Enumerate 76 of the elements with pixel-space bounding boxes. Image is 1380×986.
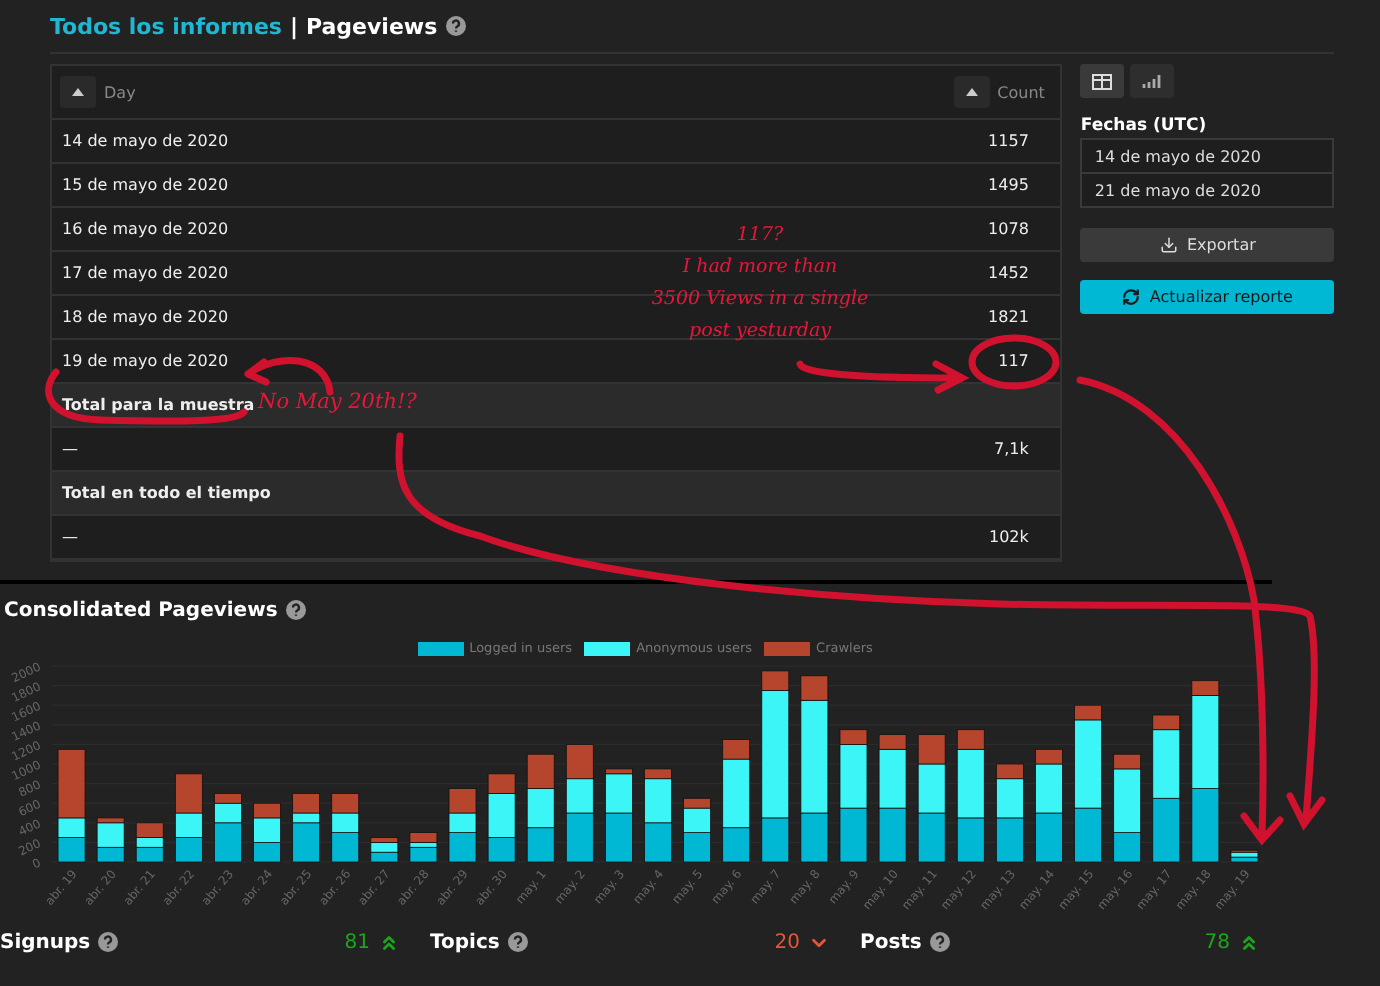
table-cell: 17 de mayo de 2020 [62,264,229,282]
chart-bar [565,812,594,863]
stat-value: 78 [1204,931,1230,953]
chart-bar [565,744,594,780]
table-cell: 15 de mayo de 2020 [62,176,229,194]
stat-value: 81 [344,931,370,953]
chart-bar [878,807,907,863]
chart-bar [839,807,868,863]
chart-bar [57,837,86,863]
table-cell: 19 de mayo de 2020 [62,352,229,370]
chart-bar [683,832,711,863]
annotation-circle [968,334,1060,390]
annotation-text: 3500 Views in a single [651,286,869,314]
help-icon[interactable] [445,16,466,36]
stat-label: Signups [0,931,91,953]
chart-bar [174,837,203,863]
column-header[interactable]: Day [60,76,136,108]
chart-bar [605,812,633,863]
refresh-report-button[interactable]: Actualizar reporte [1080,280,1334,314]
annotation-text: I had more than [682,254,838,282]
chart-bar [917,812,946,863]
table-icon [1092,73,1113,89]
table-cell: 18 de mayo de 2020 [62,308,229,326]
date-field[interactable]: 21 de mayo de 2020 [1080,172,1334,208]
table-section-heading: Total en todo el tiempo [62,484,271,502]
table-cell: 1452 [988,264,1029,282]
table-cell: — [62,528,78,546]
column-header[interactable]: Count [953,76,1045,108]
table-cell: 102k [989,528,1029,546]
breadcrumb-link[interactable]: Todos los informes [50,13,282,39]
table-cell: 7,1k [994,440,1029,458]
annotation-arrow [244,357,334,396]
chart-bar [526,788,555,829]
table-section-heading: Total para la muestra [62,396,255,414]
table-cell: 16 de mayo de 2020 [62,220,229,238]
help-icon[interactable] [929,932,950,952]
date-field[interactable]: 14 de mayo de 2020 [1080,138,1334,174]
bar-chart-icon [1142,74,1163,88]
export-button[interactable]: Exportar [1080,228,1334,262]
annotation-text: No May 20th!? [258,390,417,414]
stat-label: Topics [430,931,500,953]
chart-bar [1191,788,1220,863]
chart-bar [448,788,477,814]
stat-value: 20 [774,931,800,953]
help-icon[interactable] [507,932,528,952]
chart-bar [1035,812,1063,863]
view-toggle-button[interactable] [1080,64,1125,98]
caret-up-icon [965,88,978,96]
chart-bar [526,827,555,863]
section-title: Consolidated Pageviews [4,599,278,621]
annotation-text: 117? [736,222,784,250]
chart-bar [565,778,594,814]
annotation-text: post yesturday [689,318,831,346]
chart-bar [1152,797,1181,863]
table-cell: 1157 [988,132,1029,150]
chart-bar [331,793,360,814]
chart-bar [253,842,281,863]
dates-label: Fechas (UTC) [1080,116,1209,136]
table-cell: 14 de mayo de 2020 [62,132,229,150]
caret-up-icon [72,88,84,96]
page-title: Pageviews [305,13,438,39]
view-toggle-button[interactable] [1130,64,1175,98]
table-cell: 1495 [988,176,1029,194]
download-icon [1159,236,1177,254]
refresh-icon [1121,288,1140,306]
table-cell: — [62,440,78,458]
help-icon[interactable] [98,932,119,952]
breadcrumb-separator: | [289,13,298,39]
table-cell: 1078 [988,220,1029,238]
chart-bar [995,817,1024,863]
help-icon[interactable] [285,600,306,620]
chart-bar [644,822,672,863]
stat-label: Posts [860,931,922,953]
table-cell: 1821 [988,308,1029,326]
table-cell: 117 [998,352,1029,370]
chart-bar [526,753,555,789]
